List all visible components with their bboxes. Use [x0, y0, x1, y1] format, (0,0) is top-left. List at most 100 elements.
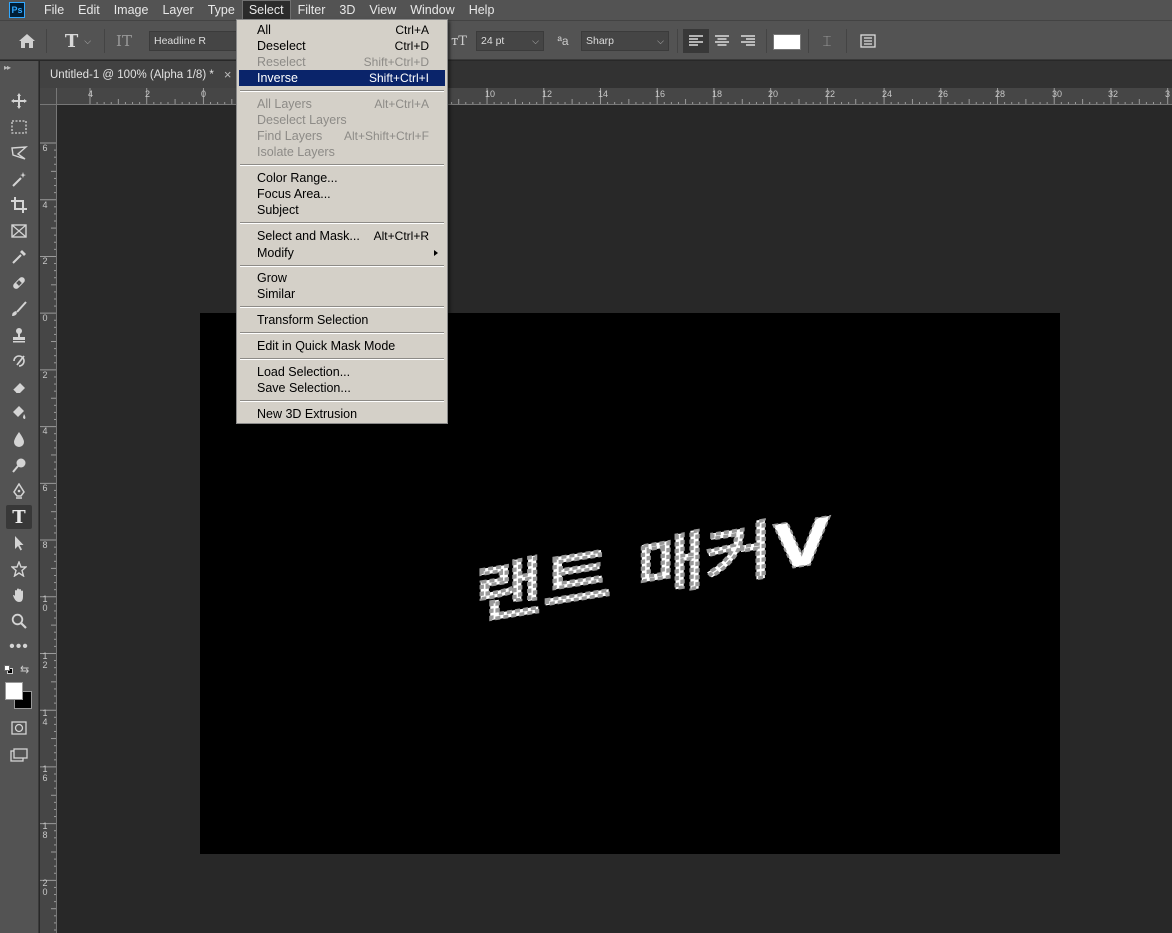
ruler-label: 24 — [882, 89, 893, 99]
ruler-label: 2 — [42, 370, 48, 380]
healing-brush-tool-icon[interactable] — [6, 271, 32, 295]
screen-mode-icon[interactable] — [6, 743, 32, 767]
menu-item-modify[interactable]: Modify — [239, 245, 445, 261]
ruler-vertical[interactable]: 6 4 2 0 2 4 6 8 10 12 14 16 18 20 — [40, 105, 57, 933]
ruler-label: 10 — [42, 594, 48, 613]
brush-tool-icon[interactable] — [6, 297, 32, 321]
menu-item-shortcut: Alt+Shift+Ctrl+F — [343, 129, 429, 143]
menu-item-deselect-layers[interactable]: Deselect Layers — [239, 112, 445, 128]
menu-type[interactable]: Type — [201, 0, 242, 20]
crop-tool-icon[interactable] — [6, 193, 32, 217]
ruler-label: 18 — [42, 821, 48, 840]
foreground-color-swatch[interactable] — [5, 682, 23, 700]
menu-item-deselect[interactable]: Deselect Ctrl+D — [239, 38, 445, 54]
menu-item-isolate-layers[interactable]: Isolate Layers — [239, 144, 445, 160]
menu-separator — [240, 400, 444, 402]
menu-window[interactable]: Window — [403, 0, 461, 20]
menu-item-inverse[interactable]: Inverse Shift+Ctrl+I — [239, 70, 445, 86]
menu-item-save-selection[interactable]: Save Selection... — [239, 380, 445, 396]
character-panel-icon[interactable] — [856, 31, 880, 51]
menu-item-label: Reselect — [257, 55, 306, 69]
menu-layer[interactable]: Layer — [155, 0, 200, 20]
menu-item-find-layers[interactable]: Find Layers Alt+Shift+Ctrl+F — [239, 128, 445, 144]
close-tab-icon[interactable]: × — [224, 67, 232, 82]
menu-item-label: Color Range... — [257, 171, 338, 185]
path-selection-tool-icon[interactable] — [6, 531, 32, 555]
menu-item-select-and-mask[interactable]: Select and Mask... Alt+Ctrl+R — [239, 228, 445, 244]
text-color-swatch[interactable] — [773, 34, 801, 50]
menu-select[interactable]: Select — [241, 0, 291, 20]
menu-item-transform-selection[interactable]: Transform Selection — [239, 312, 445, 328]
menu-item-label: New 3D Extrusion — [257, 407, 358, 421]
menu-item-reselect[interactable]: Reselect Shift+Ctrl+D — [239, 54, 445, 70]
type-tool-icon[interactable]: T — [6, 505, 32, 529]
frame-tool-icon[interactable] — [6, 219, 32, 243]
menu-item-color-range[interactable]: Color Range... — [239, 170, 445, 186]
more-tools-icon[interactable]: ••• — [6, 635, 32, 659]
warp-text-icon[interactable]: ⌶ — [815, 31, 839, 51]
menu-view[interactable]: View — [362, 0, 403, 20]
dodge-tool-icon[interactable] — [6, 453, 32, 477]
magic-wand-tool-icon[interactable] — [6, 167, 32, 191]
align-center-icon[interactable] — [709, 29, 735, 53]
marquee-tool-icon[interactable] — [6, 115, 32, 139]
menu-item-shortcut: Ctrl+A — [395, 23, 429, 37]
menu-separator — [240, 358, 444, 360]
menu-item-similar[interactable]: Similar — [239, 286, 445, 302]
custom-shape-tool-icon[interactable] — [6, 557, 32, 581]
ruler-label: 3 — [1165, 89, 1171, 99]
menu-item-grow[interactable]: Grow — [239, 270, 445, 286]
document-tab[interactable]: Untitled-1 @ 100% (Alpha 1/8) * × — [40, 61, 242, 88]
divider — [46, 29, 47, 53]
toggle-text-orientation-icon[interactable]: IT — [112, 31, 136, 51]
menu-item-label: Select and Mask... — [257, 229, 360, 243]
swap-colors-icon[interactable]: ⇆ — [20, 663, 29, 676]
move-tool-icon[interactable] — [6, 89, 32, 113]
menu-3d[interactable]: 3D — [332, 0, 362, 20]
align-left-icon[interactable] — [683, 29, 709, 53]
menu-item-new-3d-extrusion[interactable]: New 3D Extrusion — [239, 406, 445, 422]
ruler-label: 32 — [1108, 89, 1119, 99]
quick-mask-icon[interactable] — [6, 716, 32, 740]
menu-item-label: Inverse — [257, 71, 298, 85]
menu-filter[interactable]: Filter — [291, 0, 333, 20]
hand-tool-icon[interactable] — [6, 583, 32, 607]
menu-item-subject[interactable]: Subject — [239, 202, 445, 218]
menu-image[interactable]: Image — [107, 0, 156, 20]
ruler-label: 4 — [42, 200, 48, 210]
menu-file[interactable]: File — [37, 0, 71, 20]
menu-item-label: Load Selection... — [257, 365, 351, 379]
ruler-horizontal[interactable]: 4 2 0 10 12 14 16 18 20 22 24 26 28 30 3… — [57, 88, 1172, 105]
tools-panel: ▸▸ T ••• ⇆ — [0, 61, 39, 933]
home-icon[interactable] — [14, 31, 40, 51]
photoshop-logo-icon: Ps — [9, 2, 25, 18]
history-brush-tool-icon[interactable] — [6, 349, 32, 373]
clone-stamp-tool-icon[interactable] — [6, 323, 32, 347]
submenu-arrow-icon — [434, 250, 438, 256]
menu-edit[interactable]: Edit — [71, 0, 107, 20]
align-right-icon[interactable] — [735, 29, 761, 53]
menu-item-quick-mask[interactable]: Edit in Quick Mask Mode — [239, 338, 445, 354]
eraser-tool-icon[interactable] — [6, 375, 32, 399]
menu-item-all[interactable]: All Ctrl+A — [239, 22, 445, 38]
paint-bucket-tool-icon[interactable] — [6, 401, 32, 425]
font-family-select[interactable]: Headline R — [149, 31, 239, 51]
menu-item-focus-area[interactable]: Focus Area... — [239, 186, 445, 202]
pen-tool-icon[interactable] — [6, 479, 32, 503]
menu-item-all-layers[interactable]: All Layers Alt+Ctrl+A — [239, 96, 445, 112]
menu-help[interactable]: Help — [462, 0, 502, 20]
type-tool-preset-icon[interactable]: T ⌵ — [58, 31, 98, 52]
lasso-tool-icon[interactable] — [6, 141, 32, 165]
menu-item-load-selection[interactable]: Load Selection... — [239, 364, 445, 380]
zoom-tool-icon[interactable] — [6, 609, 32, 633]
menu-separator — [240, 164, 444, 166]
ruler-label: 26 — [938, 89, 949, 99]
eyedropper-tool-icon[interactable] — [6, 245, 32, 269]
default-colors-icon[interactable] — [4, 665, 14, 675]
font-size-select[interactable]: 24 pt ⌵ — [476, 31, 544, 51]
menu-separator — [240, 332, 444, 334]
collapse-icon[interactable]: ▸▸ — [4, 63, 11, 72]
blur-tool-icon[interactable] — [6, 427, 32, 451]
antialias-select[interactable]: Sharp ⌵ — [581, 31, 669, 51]
ruler-label: 2 — [42, 256, 48, 266]
